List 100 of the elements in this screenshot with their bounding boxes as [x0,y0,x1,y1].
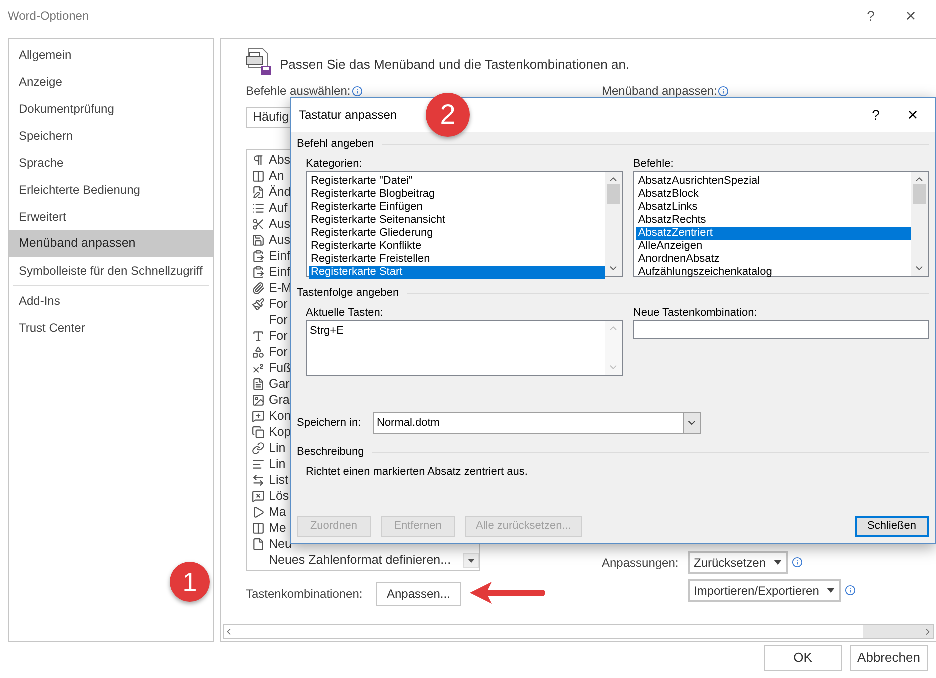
caret-icon [468,558,474,562]
sidebar-item[interactable]: Erleichterte Bedienung [9,176,213,203]
close-button[interactable]: × [886,2,936,30]
page-heading: Passen Sie das Menüband und die Tastenkombinationen an. [280,56,630,74]
command-item[interactable]: Kon [269,408,292,424]
help-button[interactable]: ? [856,6,886,26]
category-option[interactable]: Registerkarte Start [309,266,606,279]
info-icon [845,585,856,596]
command-item[interactable]: For [269,328,288,344]
command-icon [252,250,264,262]
category-option[interactable]: Registerkarte Blogbeitrag [309,188,606,201]
command-icon [252,346,264,358]
command-icon [252,426,264,438]
select-field[interactable]: Normal.dotm [373,412,701,434]
sidebar-item[interactable]: Anzeige [9,68,213,95]
input-field[interactable] [633,320,929,339]
sidebar-item[interactable]: Erweitert [9,203,213,230]
field-label: Tastenkombinationen: [246,586,364,603]
sidebar-item[interactable]: Allgemein [9,41,213,68]
command-item[interactable]: Einf [269,264,291,280]
command-option[interactable]: AbsatzAusrichtenSpezial [636,175,911,188]
command-item[interactable]: Lin [269,456,286,472]
command-item[interactable]: Aus [269,216,291,232]
command-option[interactable]: AbsatzLinks [636,201,911,214]
dialog-button[interactable]: Schließen [855,516,929,537]
command-option[interactable]: AnordnenAbsatz [636,253,911,266]
help-button[interactable]: ? [861,100,891,130]
command-icon [252,442,264,454]
description-text: Richtet einen markierten Absatz zentriert aus. [305,465,529,480]
sidebar-item[interactable]: Add-Ins [13,287,209,314]
command-item[interactable]: An [269,168,284,184]
command-option[interactable]: AlleAnzeigen [636,240,911,253]
command-option[interactable]: AbsatzZentriert [636,227,911,240]
command-icon [252,266,264,278]
command-item[interactable]: Kop [269,424,292,440]
sidebar-item[interactable]: Sprache [9,149,213,176]
command-item[interactable]: Lin [269,440,286,456]
command-item[interactable]: For [269,312,288,328]
command-option[interactable]: Aufzählungszeichenkatalog [636,266,911,279]
scrollbar[interactable] [605,172,622,276]
info-icon [352,86,363,96]
scroll-thumb[interactable] [913,184,926,204]
command-icon [252,362,264,374]
command-item[interactable]: Auf [269,200,288,216]
close-button[interactable]: × [891,100,935,130]
command-icon [252,202,264,214]
command-item[interactable]: Me [269,520,286,536]
command-item[interactable]: List [269,472,288,488]
horizontal-scrollbar[interactable] [223,624,934,639]
section-heading: Beschreibung [297,444,364,460]
command-item[interactable]: Neues Zahlenformat definieren... [269,552,452,568]
key-combination[interactable]: Strg+E [310,323,606,340]
command-icon [252,394,264,406]
category-option[interactable]: Registerkarte Seitenansicht [309,214,606,227]
sidebar-item[interactable]: Speichern [9,122,213,149]
command-item[interactable]: Lös [269,488,290,504]
command-icon [252,154,264,166]
command-item[interactable]: Neu [269,536,292,552]
section-heading: Befehl angeben [297,136,374,152]
category-option[interactable]: Registerkarte Freistellen [309,253,606,266]
command-option[interactable]: AbsatzRechts [636,214,911,227]
command-item[interactable]: Aus [269,232,291,248]
scrollbar[interactable] [911,172,928,276]
category-option[interactable]: Registerkarte Konflikte [309,240,606,253]
command-item[interactable]: Abs [269,152,291,168]
category-option[interactable]: Registerkarte Gliederung [309,227,606,240]
import-export-button[interactable]: Importieren/Exportieren [688,579,842,602]
command-icon [252,410,264,422]
customize-button[interactable]: Anpassen... [376,582,462,606]
command-item[interactable]: For [269,344,288,360]
field-label: Befehle auswählen: [246,83,351,100]
command-item[interactable]: Gar [269,376,290,392]
scroll-thumb[interactable] [607,184,620,204]
footer-button[interactable]: Abbrechen [850,645,928,671]
sidebar-item[interactable]: Symbolleiste für den Schnellzugriff [9,257,213,284]
command-item[interactable]: Ma [269,504,286,520]
section-heading: Tastenfolge angeben [297,286,400,301]
command-item[interactable]: For [269,296,288,312]
category-option[interactable]: Registerkarte Einfügen [309,201,606,214]
field-label: Kategorien: [306,157,364,171]
sidebar-item[interactable]: Dokumentprüfung [9,95,213,122]
command-icon [252,506,264,518]
reset-dropdown-button[interactable]: Zurücksetzen [688,551,788,574]
info-icon [718,86,730,96]
annotation-badge: 1 [170,562,210,602]
command-icon [252,378,264,390]
footer-button[interactable]: OK [764,645,842,671]
command-item[interactable]: Fuß [269,360,292,376]
category-option[interactable]: Registerkarte "Datei" [309,175,606,188]
command-item[interactable]: Gra [269,392,290,408]
command-icon [252,458,264,470]
command-option[interactable]: AbsatzBlock [636,188,911,201]
command-icon [252,538,264,550]
command-icon [252,170,264,182]
sidebar-item[interactable]: Trust Center [13,314,209,341]
command-item[interactable]: Einf [269,248,291,264]
scroll-down-button[interactable] [463,553,479,568]
sidebar-item[interactable]: Menüband anpassen [9,230,213,257]
field-label: Befehle: [633,157,675,171]
field-label: Anpassungen: [602,554,680,572]
